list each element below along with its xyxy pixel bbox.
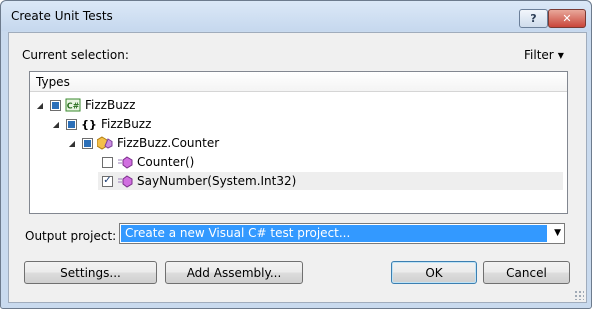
svg-text:C#: C# <box>67 102 80 111</box>
current-selection-label: Current selection: <box>22 48 129 62</box>
tree-node-class[interactable]: ◢ FizzBuzz.Counter <box>66 134 219 152</box>
help-button[interactable]: ? <box>519 9 548 28</box>
tree-node-label: FizzBuzz <box>101 117 152 131</box>
tree-checkbox[interactable] <box>82 137 93 149</box>
namespace-icon: {} <box>81 117 97 131</box>
cancel-button[interactable]: Cancel <box>483 261 570 284</box>
tree-node-label: Counter() <box>137 155 195 169</box>
settings-button-label: Settings... <box>60 265 121 280</box>
chevron-down-icon: ▼ <box>557 51 564 60</box>
csharp-project-icon: C# <box>65 98 81 112</box>
tree-node-namespace[interactable]: ◢ {} FizzBuzz <box>50 115 151 133</box>
tree-node-project[interactable]: ◢ C# FizzBuzz <box>34 96 135 114</box>
types-header-label: Types <box>36 75 70 89</box>
tree-checkbox[interactable] <box>102 175 113 187</box>
types-column-header[interactable]: Types <box>30 72 567 92</box>
settings-button[interactable]: Settings... <box>24 261 157 284</box>
tree-node-label: SayNumber(System.Int32) <box>137 174 297 188</box>
tree-checkbox[interactable] <box>50 99 61 111</box>
filter-label: Filter <box>524 48 554 62</box>
dialog-body: Current selection: Filter ▼ Types ◢ C# Fi… <box>8 32 587 303</box>
window-title: Create Unit Tests <box>11 9 113 23</box>
expand-arrow-icon[interactable]: ◢ <box>66 139 78 148</box>
add-assembly-button[interactable]: Add Assembly... <box>165 261 303 284</box>
tree-node-label: FizzBuzz.Counter <box>117 136 220 150</box>
tree-node-label: FizzBuzz <box>85 98 136 112</box>
close-button[interactable]: ✕ <box>548 9 586 28</box>
title-bar[interactable]: Create Unit Tests ? ✕ <box>1 1 591 31</box>
tree-node-method[interactable]: Counter() <box>98 153 194 171</box>
ok-button[interactable]: OK <box>391 261 477 284</box>
expand-arrow-icon[interactable]: ◢ <box>50 120 62 129</box>
close-icon: ✕ <box>562 12 572 25</box>
output-project-label: Output project: <box>25 229 117 243</box>
output-project-value: Create a new Visual C# test project... <box>121 225 547 242</box>
resize-grip-icon[interactable] <box>574 290 584 300</box>
expand-arrow-icon[interactable]: ◢ <box>34 101 46 110</box>
types-tree[interactable]: Types ◢ C# FizzBuzz ◢ {} FizzBuzz ◢ Fizz… <box>29 71 568 214</box>
filter-button[interactable]: Filter ▼ <box>524 48 564 62</box>
tree-checkbox[interactable] <box>66 118 77 130</box>
create-unit-tests-dialog: Create Unit Tests ? ✕ Current selection:… <box>0 0 592 309</box>
chevron-down-icon[interactable]: ▼ <box>554 228 561 238</box>
method-icon <box>117 155 133 169</box>
cancel-button-label: Cancel <box>506 265 547 280</box>
output-project-select[interactable]: Create a new Visual C# test project... ▼ <box>119 223 565 244</box>
method-icon <box>117 174 133 188</box>
help-icon: ? <box>530 12 537 25</box>
add-assembly-button-label: Add Assembly... <box>186 265 282 280</box>
ok-button-label: OK <box>425 265 443 280</box>
class-icon <box>97 136 113 150</box>
tree-node-method-selected[interactable]: SayNumber(System.Int32) <box>98 172 563 190</box>
tree-checkbox[interactable] <box>102 156 113 168</box>
